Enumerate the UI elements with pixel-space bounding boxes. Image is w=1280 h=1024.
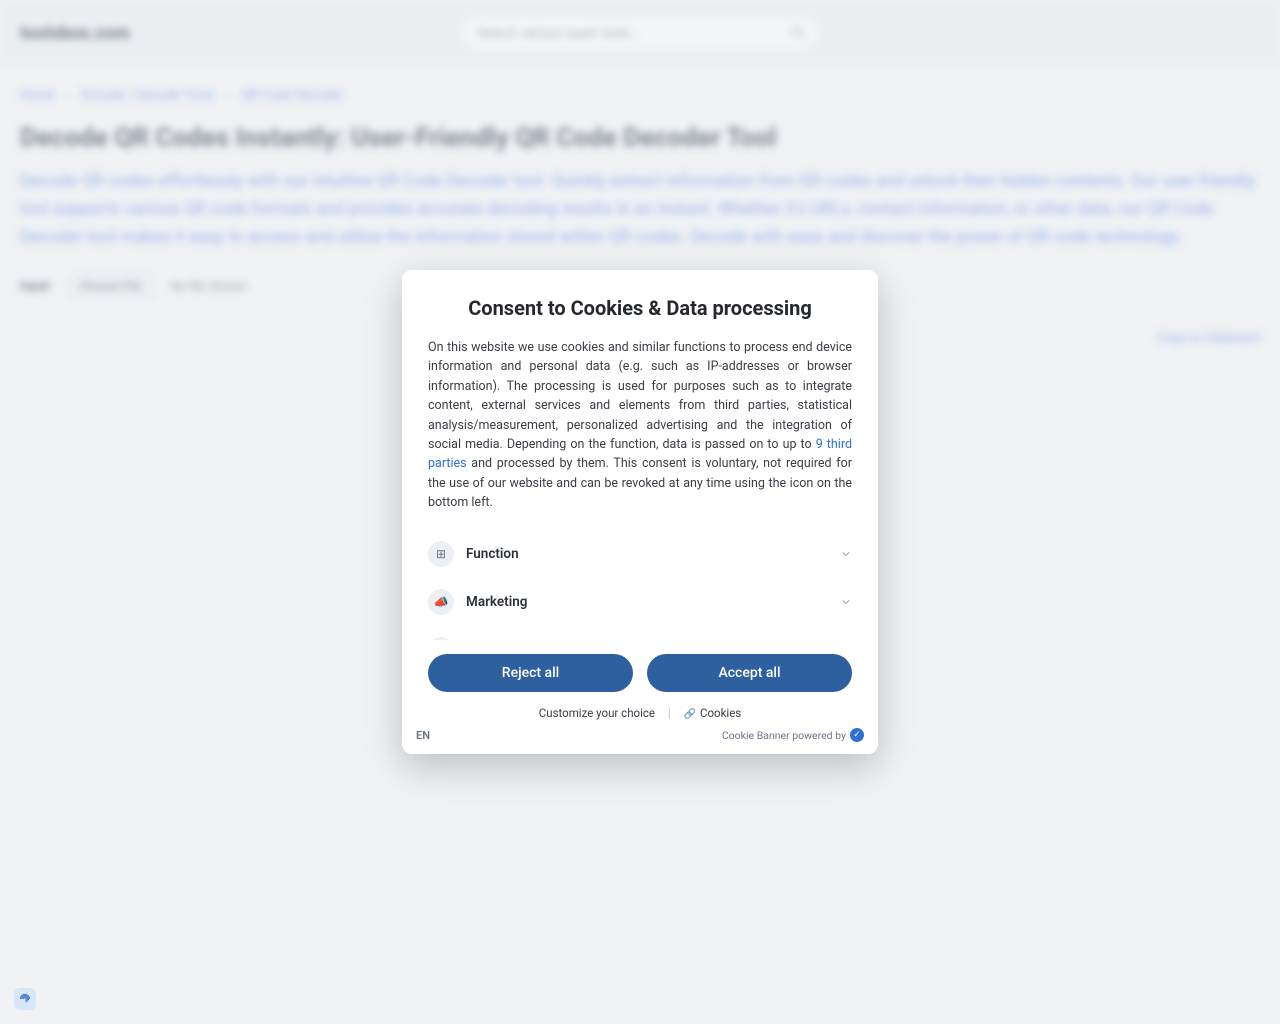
dialog-body: On this website we use cookies and simil… (428, 338, 852, 512)
accept-all-button[interactable]: Accept all (647, 654, 852, 692)
check-icon: ✓ (850, 728, 864, 742)
reject-all-button[interactable]: Reject all (428, 654, 633, 692)
chevron-down-icon (840, 545, 852, 564)
consent-category-function[interactable]: ⊞ Function (428, 530, 852, 578)
cookie-consent-dialog: Consent to Cookies & Data processing On … (402, 270, 878, 754)
category-icon: 📣 (428, 589, 454, 615)
consent-category-marketing[interactable]: 📣 Marketing (428, 578, 852, 626)
consent-category-preferences[interactable]: ⚙Preferences (428, 626, 852, 640)
chevron-down-icon (840, 593, 852, 612)
category-name: Marketing (466, 594, 527, 610)
link-icon: 🔗 (684, 709, 696, 720)
category-icon: ⚙ (428, 637, 454, 640)
powered-by: Cookie Banner powered by ✓ (722, 728, 864, 742)
category-name: Function (466, 546, 519, 562)
customize-link[interactable]: Customize your choice (539, 706, 655, 720)
dialog-title: Consent to Cookies & Data processing (428, 296, 852, 320)
category-icon: ⊞ (428, 541, 454, 567)
privacy-settings-button[interactable] (14, 988, 36, 1010)
cookies-link[interactable]: 🔗Cookies (684, 706, 742, 720)
language-selector[interactable]: EN (416, 729, 430, 742)
